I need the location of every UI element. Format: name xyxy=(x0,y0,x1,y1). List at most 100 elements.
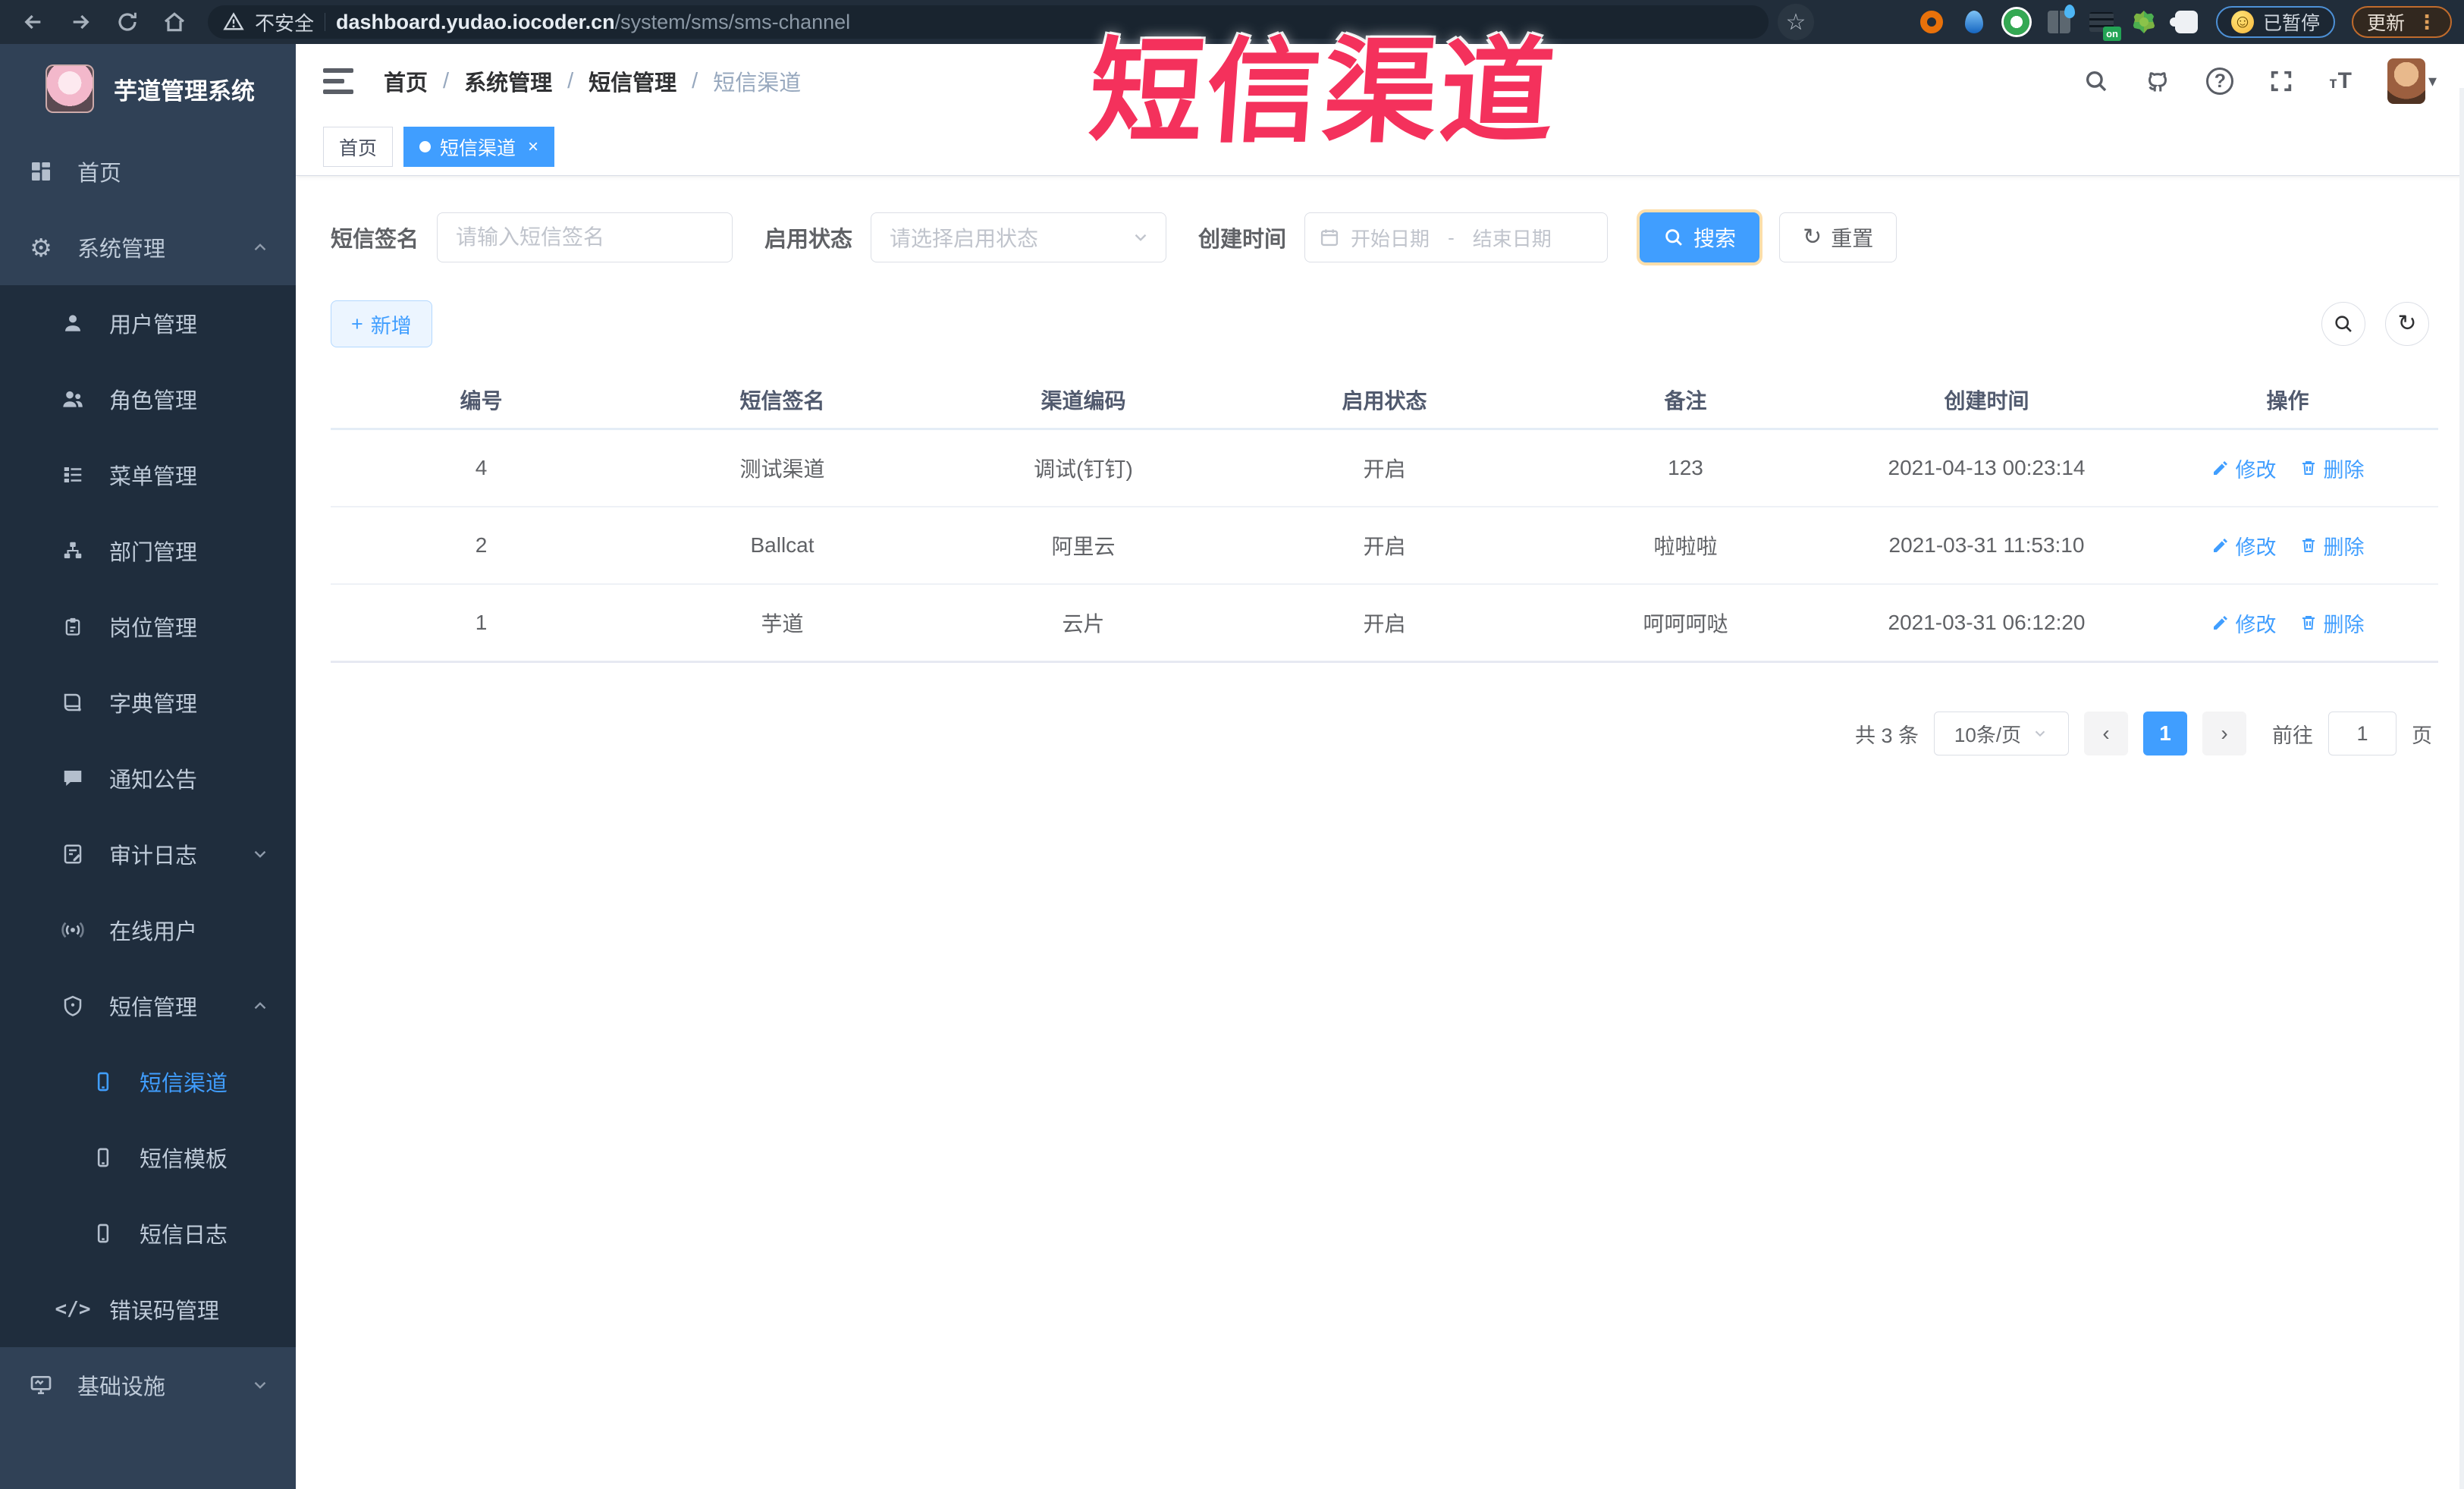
reset-button[interactable]: ↻ 重置 xyxy=(1779,212,1897,262)
tab-home[interactable]: 首页 xyxy=(323,127,394,167)
sidebar-item-label: 首页 xyxy=(77,162,122,186)
browser-reload-icon[interactable] xyxy=(106,4,149,40)
sidebar-item-label: 在线用户 xyxy=(109,920,198,944)
insecure-label[interactable]: 不安全 xyxy=(255,8,314,36)
tab-sms-channel[interactable]: 短信渠道 × xyxy=(403,127,555,167)
sidebar-item-menus[interactable]: 菜单管理 xyxy=(0,437,296,513)
delete-link[interactable]: 删除 xyxy=(2299,608,2365,638)
extension-puzzle-icon[interactable] xyxy=(2169,9,2199,35)
goto-page-input[interactable] xyxy=(2328,712,2397,755)
breadcrumb-separator: / xyxy=(692,68,698,93)
extension-rows-icon[interactable] xyxy=(2089,9,2121,41)
end-date-placeholder[interactable]: 结束日期 xyxy=(1473,224,1552,252)
sidebar-item-users[interactable]: 用户管理 xyxy=(0,285,296,361)
app-logo-row[interactable]: 芋道管理系统 xyxy=(0,44,296,134)
system-submenu: 用户管理 角色管理 菜单管理 部门管理 岗位管理 字典管理 通知公告 审计日志 … xyxy=(0,285,296,1347)
paused-extension-chip[interactable]: ☺ 已暂停 xyxy=(2215,6,2335,38)
breadcrumb-current: 短信渠道 xyxy=(713,71,802,96)
sidebar-item-online-users[interactable]: 在线用户 xyxy=(0,892,296,968)
search-form: 短信签名 启用状态 请选择启用状态 创建时间 xyxy=(331,212,2438,262)
sidebar-item-sms[interactable]: 短信管理 xyxy=(0,968,296,1044)
sidebar-item-departments[interactable]: 部门管理 xyxy=(0,513,296,589)
cell-remark: 123 xyxy=(1668,456,1703,479)
avatar[interactable] xyxy=(2387,58,2425,104)
page-1-button[interactable]: 1 xyxy=(2143,712,2187,755)
sign-input[interactable] xyxy=(437,212,733,262)
help-icon[interactable]: ? xyxy=(2206,68,2234,95)
browser-update-button[interactable]: 更新 ⋮ xyxy=(2351,6,2452,38)
sidebar-item-system[interactable]: ⚙ 系统管理 xyxy=(0,209,296,285)
sidebar-item-dict[interactable]: 字典管理 xyxy=(0,664,296,740)
caret-down-icon[interactable]: ▾ xyxy=(2428,71,2437,91)
extension-pin-icon[interactable] xyxy=(1961,9,1987,35)
search-icon[interactable] xyxy=(2083,68,2109,94)
table-header-row: 编号 短信签名 渠道编码 启用状态 备注 创建时间 操作 xyxy=(331,372,2438,430)
sidebar-item-label: 错误码管理 xyxy=(109,1299,220,1324)
url-text[interactable]: dashboard.yudao.iocoder.cn/system/sms/sm… xyxy=(336,11,850,34)
status-select[interactable]: 请选择启用状态 xyxy=(871,212,1167,262)
breadcrumb-sms[interactable]: 短信管理 xyxy=(589,65,676,97)
sidebar-item-sms-template[interactable]: 短信模板 xyxy=(0,1120,296,1195)
menu-list-icon xyxy=(58,463,88,486)
start-date-placeholder[interactable]: 开始日期 xyxy=(1351,224,1430,252)
sidebar-item-roles[interactable]: 角色管理 xyxy=(0,361,296,437)
close-icon[interactable]: × xyxy=(528,137,538,158)
next-page-button[interactable]: › xyxy=(2202,712,2246,755)
fullscreen-icon[interactable] xyxy=(2268,68,2294,94)
peoples-icon xyxy=(58,387,88,411)
breadcrumb-separator: / xyxy=(567,68,574,93)
post-badge-icon xyxy=(58,616,88,637)
sidebar-item-sms-channel[interactable]: 短信渠道 xyxy=(0,1044,296,1120)
address-bar[interactable]: 不安全 dashboard.yudao.iocoder.cn/system/sm… xyxy=(208,5,1769,39)
browser-menu-icon[interactable]: ⋮ xyxy=(2417,11,2437,34)
toggle-search-button[interactable] xyxy=(2321,302,2365,346)
date-range-picker[interactable]: 开始日期 - 结束日期 xyxy=(1304,212,1609,262)
delete-link[interactable]: 删除 xyxy=(2299,531,2365,561)
edit-link[interactable]: 修改 xyxy=(2211,531,2277,561)
extension-flower-icon[interactable] xyxy=(2131,9,2157,35)
page-scrollbar[interactable] xyxy=(2459,88,2464,1489)
search-button[interactable]: 搜索 xyxy=(1640,212,1760,262)
browser-home-icon[interactable] xyxy=(153,4,196,40)
cell-code: 云片 xyxy=(1062,612,1105,636)
prev-page-button[interactable]: ‹ xyxy=(2084,712,2128,755)
sidebar-item-error-code[interactable]: </> 错误码管理 xyxy=(0,1271,296,1347)
goto-label: 前往 xyxy=(2272,724,2313,747)
sidebar-item-sms-log[interactable]: 短信日志 xyxy=(0,1195,296,1271)
warning-icon xyxy=(223,11,244,33)
add-button[interactable]: + 新增 xyxy=(331,300,432,347)
edit-link[interactable]: 修改 xyxy=(2211,608,2277,638)
hamburger-icon[interactable] xyxy=(323,68,353,94)
table-row: 2 Ballcat 阿里云 开启 啦啦啦 2021-03-31 11:53:10… xyxy=(331,507,2438,585)
delete-link[interactable]: 删除 xyxy=(2299,454,2365,483)
extension-check-icon[interactable]: ✓ xyxy=(2003,9,2029,35)
sidebar-item-notice[interactable]: 通知公告 xyxy=(0,740,296,816)
extension-grid-icon[interactable] xyxy=(2046,5,2075,35)
cell-code: 调试(钉钉) xyxy=(1034,457,1133,481)
font-size-icon[interactable]: тT xyxy=(2329,68,2353,94)
app-logo-image xyxy=(46,64,94,113)
sidebar-item-infrastructure[interactable]: 基础设施 xyxy=(0,1347,296,1423)
reset-button-label: 重置 xyxy=(1831,227,1874,250)
browser-forward-icon[interactable] xyxy=(59,4,102,40)
breadcrumb-system[interactable]: 系统管理 xyxy=(464,65,552,97)
page-suffix: 页 xyxy=(2412,724,2432,747)
breadcrumb-home[interactable]: 首页 xyxy=(384,65,428,97)
phone-icon xyxy=(88,1071,118,1092)
edit-label: 修改 xyxy=(2235,613,2277,636)
page-size-select[interactable]: 10条/页 xyxy=(1934,712,2069,755)
monitor-icon xyxy=(26,1373,56,1397)
cell-status: 开启 xyxy=(1363,457,1406,481)
sidebar-item-audit-log[interactable]: 审计日志 xyxy=(0,816,296,892)
github-icon[interactable] xyxy=(2144,68,2171,95)
cell-sign: 测试渠道 xyxy=(739,457,825,481)
sidebar-item-label: 用户管理 xyxy=(109,313,198,338)
col-header-sign: 短信签名 xyxy=(739,389,825,413)
extension-donut-icon[interactable] xyxy=(1919,9,1945,35)
browser-back-icon[interactable] xyxy=(12,4,55,40)
edit-link[interactable]: 修改 xyxy=(2211,454,2277,483)
bookmark-star-icon[interactable]: ☆ xyxy=(1778,4,1814,40)
sidebar-item-posts[interactable]: 岗位管理 xyxy=(0,589,296,664)
refresh-table-button[interactable]: ↻ xyxy=(2385,302,2429,346)
sidebar-item-home[interactable]: 首页 xyxy=(0,134,296,209)
